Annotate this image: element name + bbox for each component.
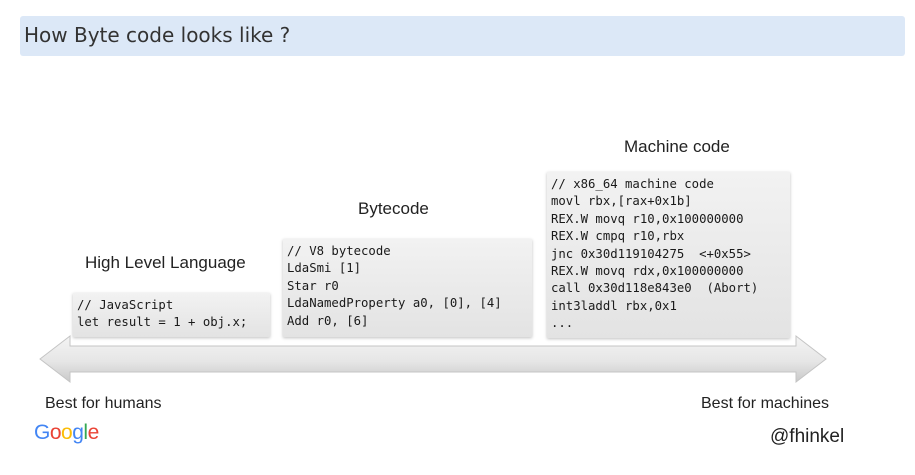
logo-letter: G [34, 421, 50, 444]
code-line: REX.W cmpq r10,rbx [551, 229, 685, 244]
label-best-for-machines: Best for machines [701, 395, 830, 412]
code-line: LdaSmi [1] [287, 261, 362, 276]
code-box-machine-code: // x86_64 machine code movl rbx,[rax+0x1… [547, 172, 790, 338]
code-line: movl rbx,[rax+0x1b] [551, 194, 692, 209]
code-line: LdaNamedProperty a0, [0], [4] [287, 296, 502, 311]
logo-letter: g [72, 421, 84, 444]
code-line: REX.W movq rdx,0x100000000 [551, 264, 744, 279]
code-line: Add r0, [6] [287, 313, 369, 328]
logo-letter: o [49, 421, 62, 444]
logo-letter: e [87, 421, 100, 444]
column-title-machine-code: Machine code [624, 137, 730, 156]
double-arrow [39, 334, 827, 384]
column-title-high-level: High Level Language [85, 253, 246, 272]
code-line: // V8 bytecode [287, 244, 391, 258]
code-box-bytecode: // V8 bytecode LdaSmi [1] Star r0 LdaNam… [283, 239, 532, 337]
slide-image: High Level Language // JavaScript let re… [0, 0, 915, 475]
logo-letter: o [61, 421, 73, 444]
code-line: // JavaScript [77, 298, 174, 312]
code-line: let result = 1 + obj.x; [77, 315, 248, 330]
code-line: call 0x30d118e843e0 (Abort) [551, 281, 759, 296]
code-line: // x86_64 machine code [551, 177, 714, 191]
google-logo: Google [34, 421, 99, 445]
label-best-for-humans: Best for humans [45, 395, 162, 412]
code-line: jnc 0x30d119104275 <+0x55> [551, 246, 751, 261]
author-handle: @fhinkel [770, 426, 845, 447]
code-line: ... [551, 316, 574, 331]
code-line: int3laddl rbx,0x1 [551, 298, 677, 313]
column-title-bytecode: Bytecode [358, 199, 429, 218]
code-line: Star r0 [287, 278, 339, 293]
code-box-javascript: // JavaScript let result = 1 + obj.x; [73, 293, 270, 337]
code-line: REX.W movq r10,0x100000000 [551, 211, 744, 226]
